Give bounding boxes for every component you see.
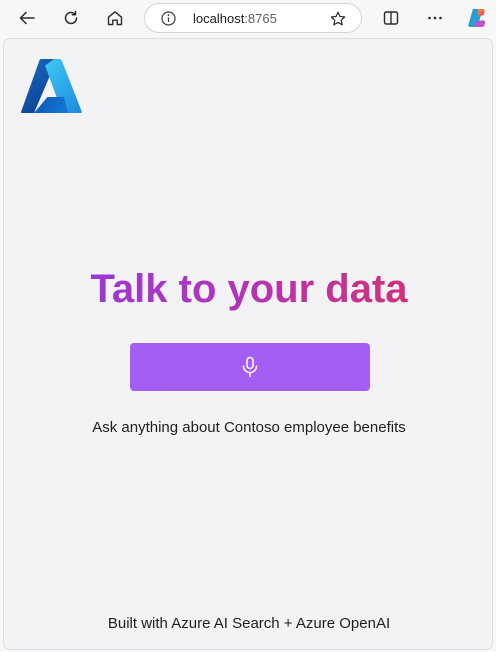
refresh-icon — [64, 10, 78, 25]
back-button[interactable] — [12, 4, 42, 32]
copilot-icon — [468, 9, 486, 27]
star-icon[interactable] — [329, 10, 347, 28]
page-title: Talk to your data — [4, 265, 492, 313]
microphone-button[interactable] — [130, 343, 370, 391]
url-text: localhost:8765 — [193, 11, 277, 26]
back-arrow-icon — [19, 11, 35, 25]
refresh-button[interactable] — [56, 4, 86, 32]
azure-logo — [21, 59, 82, 113]
footer-text: Built with Azure AI Search + Azure OpenA… — [107, 615, 391, 632]
url-port: :8765 — [244, 11, 277, 26]
headline-text: Talk to your data — [90, 267, 408, 311]
url-host: localhost — [193, 11, 245, 26]
more-icon — [428, 16, 442, 20]
home-button[interactable] — [100, 4, 130, 32]
prompt-text: Ask anything about Contoso employee bene… — [92, 419, 406, 436]
split-screen-button[interactable] — [376, 4, 406, 32]
address-bar[interactable]: localhost:8765 — [144, 3, 362, 33]
more-button[interactable] — [420, 4, 450, 32]
page-viewport: Talk to your data Ask anything about Con… — [3, 38, 493, 650]
home-icon — [107, 11, 123, 26]
browser-toolbar: localhost:8765 — [0, 0, 496, 37]
microphone-icon — [242, 356, 258, 378]
split-screen-icon — [383, 11, 399, 25]
info-icon[interactable] — [161, 11, 176, 26]
copilot-button[interactable] — [462, 4, 492, 32]
